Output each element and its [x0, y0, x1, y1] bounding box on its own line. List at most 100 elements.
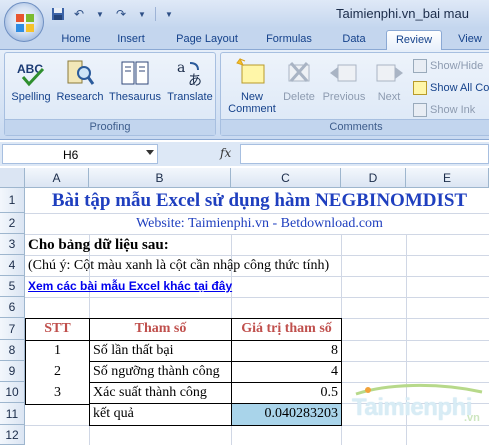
show-all-label: Show All Co [430, 82, 489, 94]
show-ink-label: Show Ink [430, 104, 476, 116]
tab-data[interactable]: Data [334, 30, 374, 50]
show-hide-comment-button[interactable]: Show/Hide [413, 57, 483, 75]
translate-button[interactable]: aあ Translate [165, 57, 215, 103]
header-stt[interactable]: STT [26, 321, 89, 337]
previous-label: Previous [322, 91, 366, 103]
formula-bar: H6 fx [0, 142, 489, 166]
chevron-down-icon[interactable]: ▼ [134, 6, 150, 22]
fx-icon[interactable]: fx [220, 146, 231, 160]
examples-link[interactable]: Xem các bài mẫu Excel khác tại đây [28, 279, 232, 293]
row-header-12[interactable]: 12 [0, 425, 25, 445]
svg-text:a: a [177, 60, 185, 76]
tab-page-layout[interactable]: Page Layout [170, 30, 244, 50]
show-ink-button[interactable]: Show Ink [413, 101, 475, 119]
row-header-1[interactable]: 1 [0, 188, 25, 213]
thesaurus-button[interactable]: Thesaurus [107, 57, 163, 103]
row-header-3[interactable]: 3 [0, 234, 25, 255]
ribbon: ABC Spelling Research Thesaurus aあ Trans… [0, 50, 489, 140]
svg-text:あ: あ [188, 73, 202, 89]
column-header-a[interactable]: A [25, 168, 89, 188]
tab-review[interactable]: Review [386, 30, 442, 50]
row-header-11[interactable]: 11 [0, 403, 25, 425]
chevron-down-icon[interactable]: ▼ [92, 6, 108, 22]
result-value[interactable]: 0.040283203 [232, 406, 339, 422]
office-button[interactable] [4, 2, 44, 42]
name-box[interactable]: H6 [2, 144, 158, 164]
row-header-8[interactable]: 8 [0, 340, 25, 361]
result-label[interactable]: kết quả [93, 406, 134, 422]
row-header-6[interactable]: 6 [0, 297, 25, 318]
research-label: Research [56, 91, 104, 103]
watermark-suffix: .vn [464, 412, 480, 424]
translate-icon: aあ [177, 60, 202, 89]
table-cell-value[interactable]: 8 [232, 343, 338, 359]
gridline [25, 234, 489, 235]
row-header-7[interactable]: 7 [0, 318, 25, 340]
note-text[interactable]: (Chú ý: Cột màu xanh là cột cần nhập côn… [28, 258, 329, 274]
delete-label: Delete [283, 91, 315, 103]
undo-icon[interactable]: ↶ [71, 6, 87, 22]
quick-access-toolbar: ↶ ▼ ↷ ▼ ▼ [50, 5, 177, 23]
table-cell-value[interactable]: 0.5 [232, 385, 339, 401]
column-header-d[interactable]: D [341, 168, 406, 188]
chevron-down-icon[interactable] [146, 150, 154, 155]
title-bar: ↶ ▼ ↷ ▼ ▼ Taimienphi.vn_bai mau [0, 0, 489, 28]
show-hide-icon [413, 59, 427, 73]
show-hide-label: Show/Hide [430, 60, 484, 72]
name-box-value: H6 [63, 148, 79, 162]
header-value[interactable]: Giá trị tham số [232, 321, 341, 337]
new-comment-icon [236, 58, 265, 84]
select-all-corner[interactable] [0, 168, 25, 188]
column-header-e[interactable]: E [406, 168, 489, 188]
table-cell-param[interactable]: Xác suất thành công [93, 385, 207, 401]
show-all-comments-button[interactable]: Show All Co [413, 79, 489, 97]
table-cell-param[interactable]: Số lần thất bại [93, 343, 174, 359]
thesaurus-label: Thesaurus [109, 91, 161, 103]
table-cell-stt[interactable]: 2 [26, 364, 89, 380]
row-header-4[interactable]: 4 [0, 255, 25, 276]
research-button[interactable]: Research [55, 57, 105, 103]
delete-comment-icon [288, 62, 310, 82]
row-header-5[interactable]: 5 [0, 276, 25, 297]
research-icon [67, 60, 95, 85]
formula-input[interactable] [240, 144, 489, 164]
sheet-title[interactable]: Bài tập mẫu Excel sử dụng hàm NEGBINOMDI… [30, 190, 489, 212]
delete-comment-button[interactable]: Delete [279, 57, 319, 103]
header-param[interactable]: Tham số [90, 321, 231, 337]
spelling-label: Spelling [11, 91, 51, 103]
tab-view[interactable]: View [450, 30, 489, 50]
new-comment-button[interactable]: New Comment [225, 57, 279, 115]
gridline [25, 276, 489, 277]
column-header-b[interactable]: B [89, 168, 231, 188]
previous-comment-button[interactable]: Previous [319, 57, 369, 103]
next-comment-button[interactable]: Next [371, 57, 407, 103]
watermark-text: Taimienphi [352, 394, 472, 421]
show-all-icon [413, 81, 427, 95]
table-cell-stt[interactable]: 1 [26, 343, 89, 359]
tab-insert[interactable]: Insert [108, 30, 154, 50]
gridline [25, 255, 489, 256]
tab-formulas[interactable]: Formulas [258, 30, 320, 50]
save-icon[interactable] [50, 6, 66, 22]
customize-toolbar-icon[interactable]: ▼ [161, 6, 177, 22]
column-header-c[interactable]: C [231, 168, 341, 188]
qat-separator [155, 7, 156, 21]
table-cell-value[interactable]: 4 [232, 364, 338, 380]
website-text[interactable]: Website: Taimienphi.vn - Betdownload.com [30, 216, 489, 232]
given-data-label[interactable]: Cho bảng dữ liệu sau: [28, 237, 169, 254]
office-logo-icon [16, 14, 34, 32]
row-header-2[interactable]: 2 [0, 213, 25, 234]
thesaurus-icon [121, 61, 149, 85]
tab-home[interactable]: Home [52, 30, 100, 50]
spelling-icon: ABC [17, 62, 45, 87]
spelling-button[interactable]: ABC Spelling [7, 57, 55, 103]
row-header-10[interactable]: 10 [0, 382, 25, 403]
table-cell-stt[interactable]: 3 [26, 385, 89, 401]
next-label: Next [377, 91, 401, 103]
gridline [25, 297, 489, 298]
show-ink-icon [413, 103, 427, 117]
redo-icon[interactable]: ↷ [113, 6, 129, 22]
ribbon-tabs: Home Insert Page Layout Formulas Data Re… [0, 28, 489, 50]
table-cell-param[interactable]: Số ngưỡng thành công [93, 364, 220, 380]
row-header-9[interactable]: 9 [0, 361, 25, 382]
